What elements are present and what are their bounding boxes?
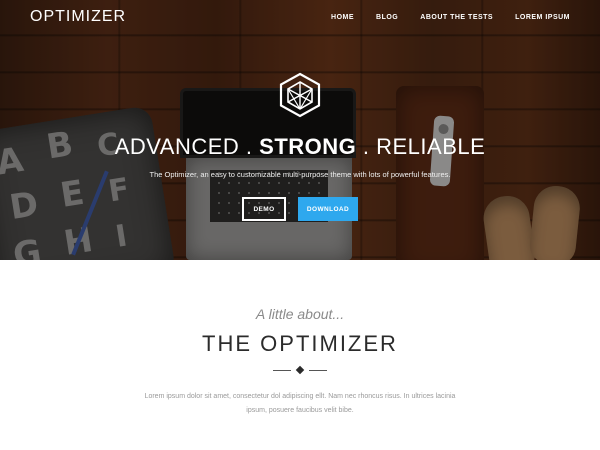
site-logo[interactable]: OPTIMIZER xyxy=(30,8,126,26)
hero-headline: ADVANCED . STRONG . RELIABLE xyxy=(114,134,486,159)
demo-button[interactable]: DEMO xyxy=(242,197,286,221)
about-subtitle: A little about... xyxy=(255,306,345,322)
nav-item-home[interactable]: HOME xyxy=(331,14,354,21)
download-button[interactable]: DOWNLOAD xyxy=(298,197,358,221)
top-navigation: OPTIMIZER HOME BLOG ABOUT THE TESTS LORE… xyxy=(0,0,600,34)
nav-item-lorem-ipsum[interactable]: LOREM IPSUM xyxy=(515,14,570,21)
about-title: THE OPTIMIZER xyxy=(202,331,398,356)
diamond-icon xyxy=(295,365,305,375)
section-divider xyxy=(0,365,600,375)
about-section: A little about... THE OPTIMIZER Lorem ip… xyxy=(0,260,600,450)
hero-tagline: The Optimizer, an easy to customizable m… xyxy=(149,170,451,179)
hero-section: A B C D E F G H I OPTIMIZER HOME BLOG AB… xyxy=(0,0,600,260)
nav-item-blog[interactable]: BLOG xyxy=(376,14,398,21)
hexagon-logo-icon xyxy=(279,72,321,118)
nav-item-about-the-tests[interactable]: ABOUT THE TESTS xyxy=(420,14,493,21)
about-text: Lorem ipsum dolor sit amet, consectetur … xyxy=(144,393,456,414)
divider-line xyxy=(309,369,327,371)
divider-line xyxy=(273,369,291,371)
hero-buttons: DEMO DOWNLOAD xyxy=(0,197,600,221)
main-menu: HOME BLOG ABOUT THE TESTS LOREM IPSUM xyxy=(331,14,570,21)
hero-content: ADVANCED . STRONG . RELIABLE The Optimiz… xyxy=(0,72,600,221)
